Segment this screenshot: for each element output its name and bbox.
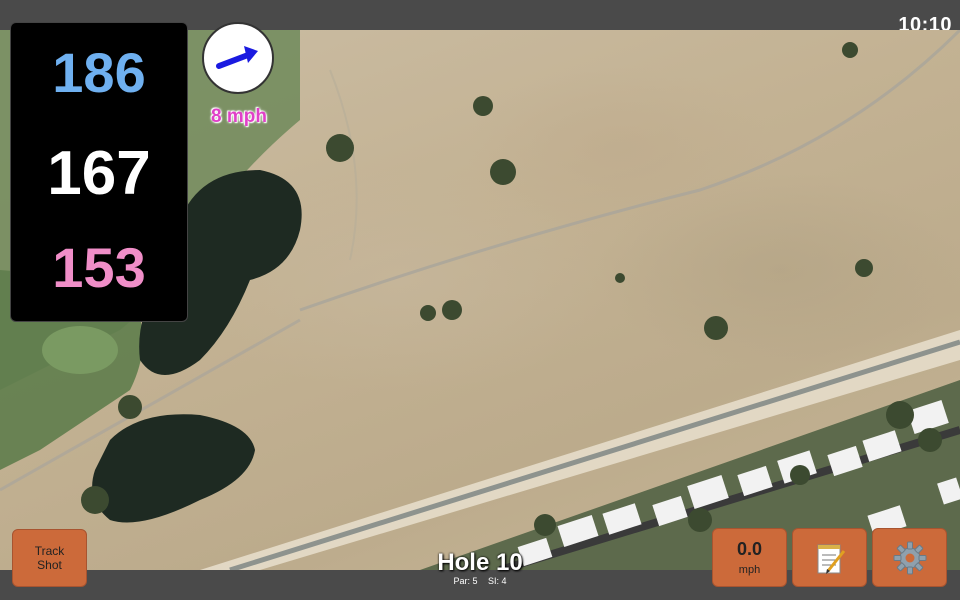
distance-panel: 186 167 153 [10,22,188,322]
hole-stroke-index: SI: 4 [488,576,507,586]
gear-icon [893,541,926,574]
notepad-icon [817,544,845,574]
hole-info: Par: 5 SI: 4 [380,576,580,586]
settings-button[interactable] [872,528,947,587]
hole-title: Hole 10 [437,549,523,576]
hole-par: Par: 5 [453,576,478,586]
back-distance: 186 [52,41,146,104]
track-shot-label: Track Shot [34,544,65,572]
track-shot-button[interactable]: Track Shot [12,529,87,587]
speed-unit: mph [738,564,761,576]
arrow-icon [216,46,258,69]
notes-button[interactable] [792,528,867,587]
front-distance: 153 [52,236,146,299]
speed-button[interactable]: 0.0 mph [712,528,787,587]
middle-distance: 167 [47,139,151,208]
wind-speed: 8 mph [211,106,267,127]
wind-direction-dial [202,22,274,94]
speed-value: 0.0 [736,539,763,559]
